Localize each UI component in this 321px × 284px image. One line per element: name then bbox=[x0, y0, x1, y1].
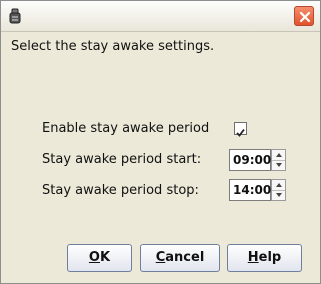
spinner-down-arrow-icon[interactable] bbox=[276, 192, 282, 198]
enable-stay-awake-label: Enable stay awake period bbox=[42, 121, 210, 136]
start-time-field[interactable]: 09:00 bbox=[229, 149, 271, 171]
instruction-text: Select the stay awake settings. bbox=[11, 39, 215, 54]
stay-awake-dialog: Select the stay awake settings. Enable s… bbox=[0, 0, 321, 284]
checkmark-icon bbox=[236, 128, 245, 137]
cancel-button[interactable]: Cancel bbox=[140, 244, 220, 272]
ok-button[interactable]: OK bbox=[67, 244, 132, 272]
titlebar[interactable] bbox=[1, 1, 320, 32]
help-button[interactable]: Help bbox=[227, 244, 302, 272]
close-button[interactable] bbox=[294, 6, 314, 26]
spinner-up-arrow-icon[interactable] bbox=[276, 152, 282, 158]
enable-stay-awake-checkbox[interactable] bbox=[234, 122, 247, 137]
stop-time-field[interactable]: 14:00 bbox=[229, 179, 271, 201]
close-icon bbox=[299, 11, 311, 23]
stop-label: Stay awake period stop: bbox=[42, 183, 199, 198]
spinner-up-arrow-icon[interactable] bbox=[276, 182, 282, 188]
stop-time-spinner[interactable] bbox=[271, 179, 286, 201]
java-cup-icon bbox=[9, 8, 21, 24]
spinner-down-arrow-icon[interactable] bbox=[276, 162, 282, 168]
start-time-spinner[interactable] bbox=[271, 149, 286, 171]
start-label: Stay awake period start: bbox=[42, 152, 202, 167]
